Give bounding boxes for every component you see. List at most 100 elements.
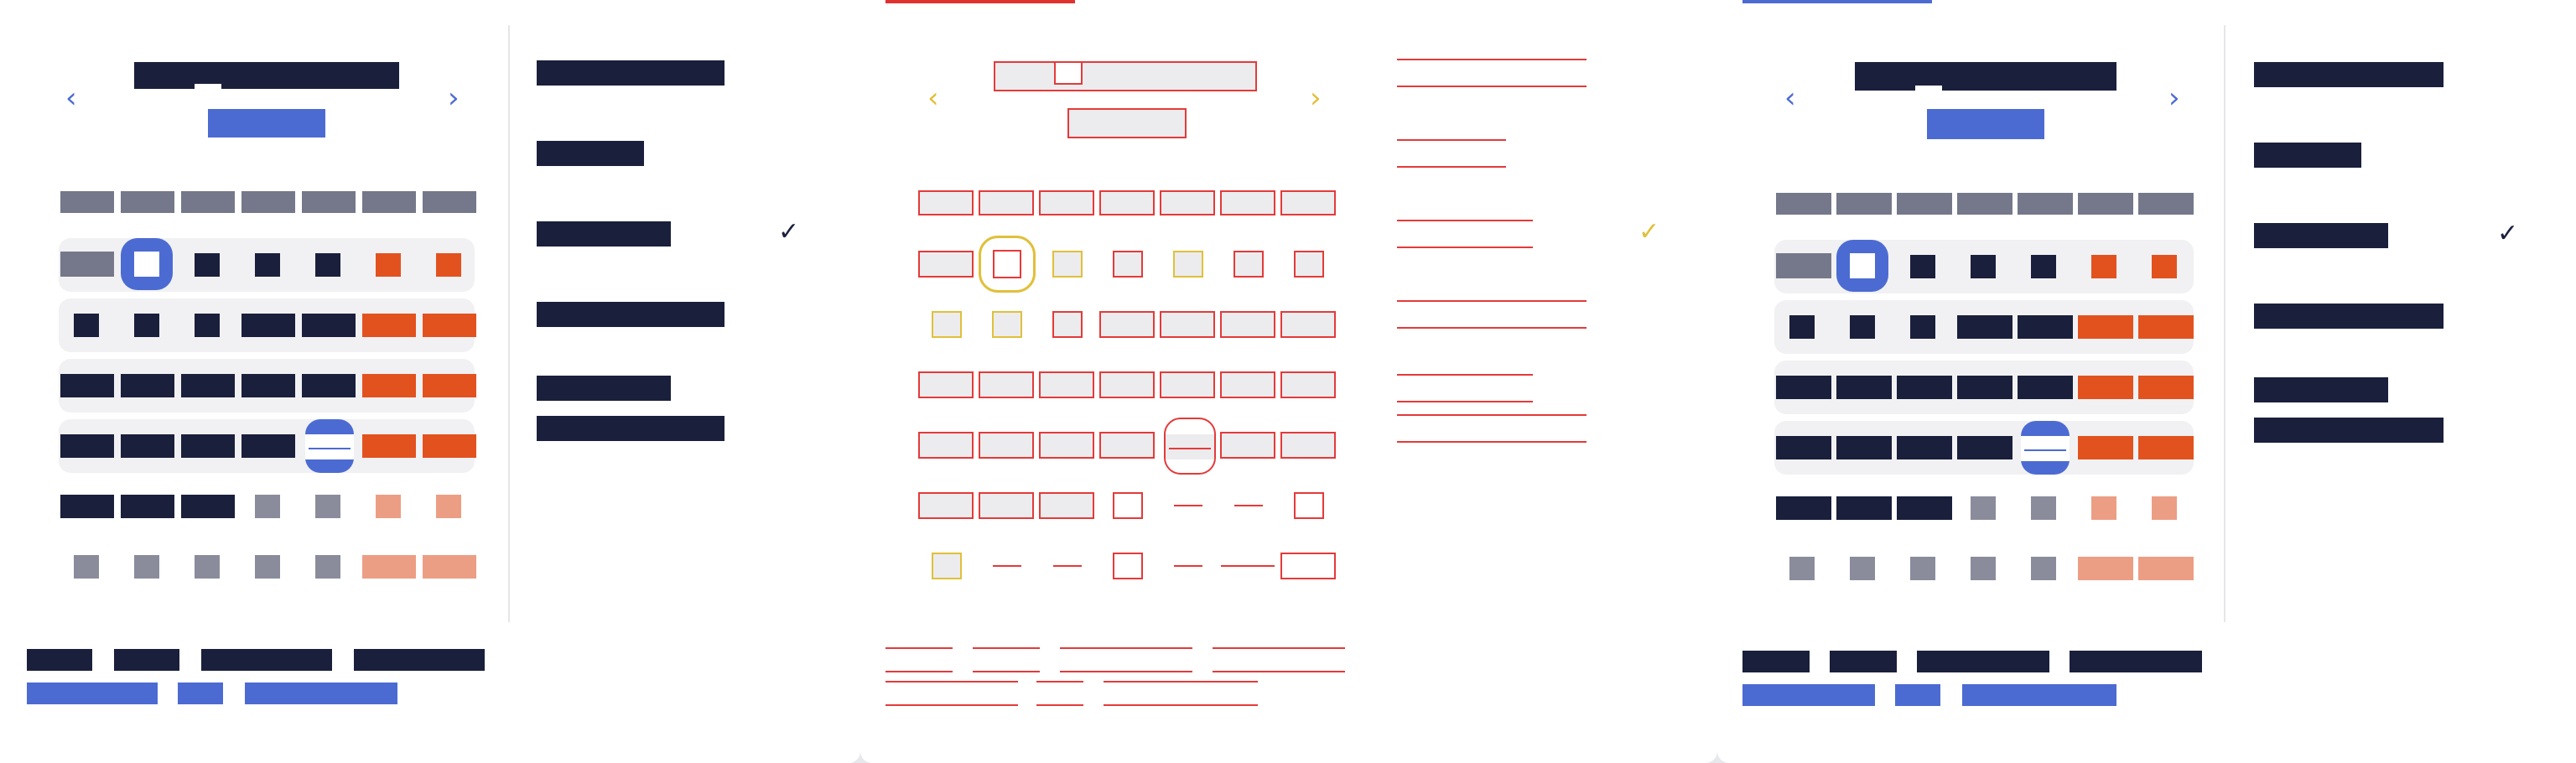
year-button-box[interactable] <box>1067 108 1187 138</box>
selected-day[interactable] <box>121 238 173 290</box>
preset-item[interactable] <box>1397 139 1506 168</box>
footer-link[interactable] <box>27 683 158 704</box>
day-cell-outside[interactable] <box>2031 496 2056 520</box>
preset-item[interactable] <box>537 60 724 86</box>
preset-item[interactable] <box>537 141 644 166</box>
day-cell-outside[interactable] <box>1174 565 1202 567</box>
day-cell-outside-weekend[interactable] <box>436 495 461 518</box>
day-cell[interactable] <box>1836 436 1892 459</box>
day-cell[interactable] <box>992 311 1022 338</box>
day-cell[interactable] <box>1897 436 1952 459</box>
footer-link[interactable] <box>1104 681 1258 706</box>
day-cell[interactable] <box>1039 371 1094 398</box>
day-cell[interactable] <box>255 253 280 277</box>
day-cell-outside-weekend[interactable] <box>1234 505 1263 506</box>
day-cell[interactable] <box>2018 315 2073 339</box>
day-cell-outside[interactable] <box>1789 557 1815 580</box>
preset-item[interactable] <box>1397 300 1587 329</box>
day-cell-outside-weekend[interactable] <box>423 555 476 579</box>
chevron-left-icon[interactable]: ‹ <box>1784 84 1796 112</box>
day-cell[interactable] <box>1850 315 1875 339</box>
day-cell[interactable] <box>1039 432 1094 459</box>
day-cell-weekend[interactable] <box>2138 315 2194 339</box>
day-cell[interactable] <box>1099 432 1155 459</box>
chevron-right-icon[interactable]: › <box>2168 84 2180 112</box>
day-cell-outside[interactable] <box>315 495 340 518</box>
day-cell-outside-weekend[interactable] <box>1294 492 1324 519</box>
year-button-redacted[interactable] <box>208 109 325 138</box>
preset-item[interactable] <box>537 416 724 441</box>
footer-link[interactable] <box>886 681 1018 706</box>
day-cell[interactable] <box>302 314 356 337</box>
day-cell-outside[interactable] <box>932 553 962 579</box>
day-cell-outside[interactable] <box>2031 557 2056 580</box>
footer-link[interactable] <box>178 683 223 704</box>
day-cell[interactable] <box>1160 311 1215 338</box>
day-cell[interactable] <box>60 434 114 458</box>
day-cell[interactable] <box>1836 376 1892 399</box>
day-cell-outside-weekend[interactable] <box>2152 496 2177 520</box>
preset-item-selected[interactable] <box>2254 223 2388 248</box>
preset-item-selected[interactable] <box>537 221 671 247</box>
day-cell[interactable] <box>979 432 1034 459</box>
day-cell-weekend[interactable] <box>1280 432 1336 459</box>
day-cell-outside-weekend[interactable] <box>2138 557 2194 580</box>
day-cell-weekend[interactable] <box>1280 371 1336 398</box>
day-cell[interactable] <box>181 495 235 518</box>
day-cell-weekend[interactable] <box>1294 251 1324 278</box>
day-cell[interactable] <box>918 251 974 278</box>
day-cell[interactable] <box>1836 496 1892 520</box>
year-button-redacted[interactable] <box>1927 109 2044 139</box>
preset-item[interactable] <box>2254 143 2361 168</box>
day-cell-weekend[interactable] <box>362 434 416 458</box>
day-cell[interactable] <box>1113 251 1143 278</box>
day-cell[interactable] <box>1160 371 1215 398</box>
day-cell[interactable] <box>1971 255 1996 278</box>
day-cell[interactable] <box>932 311 962 338</box>
day-cell-weekend[interactable] <box>2138 376 2194 399</box>
day-cell-weekend[interactable] <box>1220 432 1275 459</box>
preset-item[interactable] <box>537 376 671 401</box>
day-cell-weekend[interactable] <box>2091 255 2116 278</box>
day-cell-outside[interactable] <box>1971 557 1996 580</box>
day-cell[interactable] <box>1776 253 1831 278</box>
day-cell-weekend[interactable] <box>2138 436 2194 459</box>
day-cell-outside[interactable] <box>1113 553 1143 579</box>
day-cell-weekend[interactable] <box>423 314 476 337</box>
day-cell-outside-weekend[interactable] <box>362 555 416 579</box>
preset-item[interactable] <box>2254 62 2444 87</box>
day-cell[interactable] <box>242 374 295 397</box>
day-cell-weekend[interactable] <box>423 434 476 458</box>
day-cell[interactable] <box>1099 311 1155 338</box>
day-cell-outside-weekend[interactable] <box>376 495 401 518</box>
day-cell[interactable] <box>242 434 295 458</box>
day-cell[interactable] <box>195 253 220 277</box>
day-cell[interactable] <box>979 492 1034 519</box>
preset-item[interactable] <box>2254 377 2388 402</box>
day-cell[interactable] <box>1052 311 1083 338</box>
day-cell-outside[interactable] <box>134 555 159 579</box>
preset-item[interactable] <box>1397 414 1587 443</box>
day-cell[interactable] <box>1789 315 1815 339</box>
today-day[interactable] <box>2021 421 2070 475</box>
day-cell[interactable] <box>1039 492 1094 519</box>
preset-item[interactable] <box>1397 374 1533 402</box>
footer-link[interactable] <box>1962 684 2116 706</box>
today-day[interactable] <box>1164 418 1216 475</box>
day-cell-outside[interactable] <box>1174 505 1202 506</box>
footer-link[interactable] <box>1036 681 1083 706</box>
day-cell[interactable] <box>918 371 974 398</box>
day-cell-weekend[interactable] <box>362 314 416 337</box>
day-cell-outside-weekend[interactable] <box>1280 553 1336 579</box>
day-cell-weekend[interactable] <box>1233 251 1264 278</box>
day-cell-outside[interactable] <box>195 555 220 579</box>
day-cell-outside[interactable] <box>1971 496 1996 520</box>
day-cell[interactable] <box>1910 255 1935 278</box>
day-cell[interactable] <box>1173 251 1203 278</box>
day-cell-weekend[interactable] <box>423 374 476 397</box>
day-cell-outside[interactable] <box>315 555 340 579</box>
day-cell[interactable] <box>60 374 114 397</box>
day-cell[interactable] <box>1776 496 1831 520</box>
day-cell[interactable] <box>121 434 174 458</box>
day-cell[interactable] <box>181 374 235 397</box>
